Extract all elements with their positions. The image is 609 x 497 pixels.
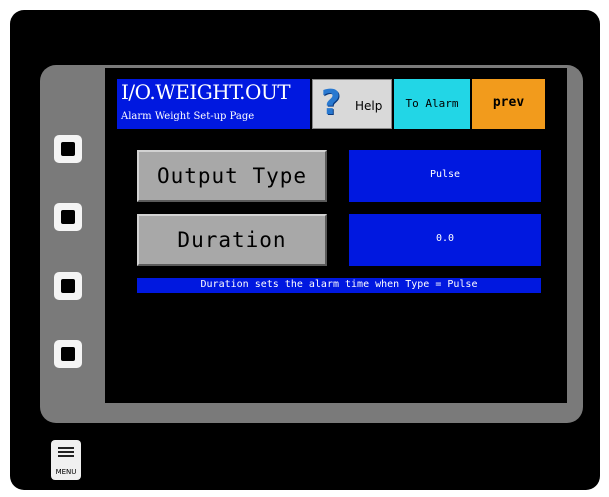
output-type-value-field[interactable]: Pulse bbox=[349, 150, 541, 202]
help-button[interactable]: ? Help bbox=[312, 79, 392, 129]
duration-value: 0.0 bbox=[435, 233, 455, 244]
menu-button[interactable]: MENU bbox=[51, 440, 81, 480]
page-title: I/O.WEIGHT.OUT bbox=[121, 80, 291, 104]
page-subtitle: Alarm Weight Set-up Page bbox=[121, 111, 255, 122]
prev-button[interactable]: prev bbox=[472, 79, 545, 129]
info-text: Duration sets the alarm time when Type =… bbox=[200, 279, 478, 290]
softkey-2[interactable] bbox=[54, 203, 82, 231]
menu-icon bbox=[58, 447, 74, 457]
duration-label: Duration bbox=[177, 228, 287, 252]
display-screen: I/O.WEIGHT.OUT Alarm Weight Set-up Page … bbox=[105, 68, 567, 403]
to-alarm-label: To Alarm bbox=[405, 97, 459, 110]
to-alarm-button[interactable]: To Alarm bbox=[394, 79, 470, 129]
page-header: I/O.WEIGHT.OUT Alarm Weight Set-up Page bbox=[117, 79, 310, 129]
softkey-1[interactable] bbox=[54, 135, 82, 163]
duration-button[interactable]: Duration bbox=[137, 214, 327, 266]
softkey-3[interactable] bbox=[54, 272, 82, 300]
duration-value-field[interactable]: 0.0 bbox=[349, 214, 541, 266]
menu-label: MENU bbox=[55, 468, 77, 476]
question-mark-icon: ? bbox=[321, 83, 341, 123]
help-label: Help bbox=[355, 99, 383, 113]
prev-label: prev bbox=[492, 95, 525, 110]
info-bar: Duration sets the alarm time when Type =… bbox=[137, 278, 541, 293]
output-type-button[interactable]: Output Type bbox=[137, 150, 327, 202]
softkey-4[interactable] bbox=[54, 340, 82, 368]
output-type-value: Pulse bbox=[429, 169, 461, 180]
output-type-label: Output Type bbox=[156, 164, 308, 188]
